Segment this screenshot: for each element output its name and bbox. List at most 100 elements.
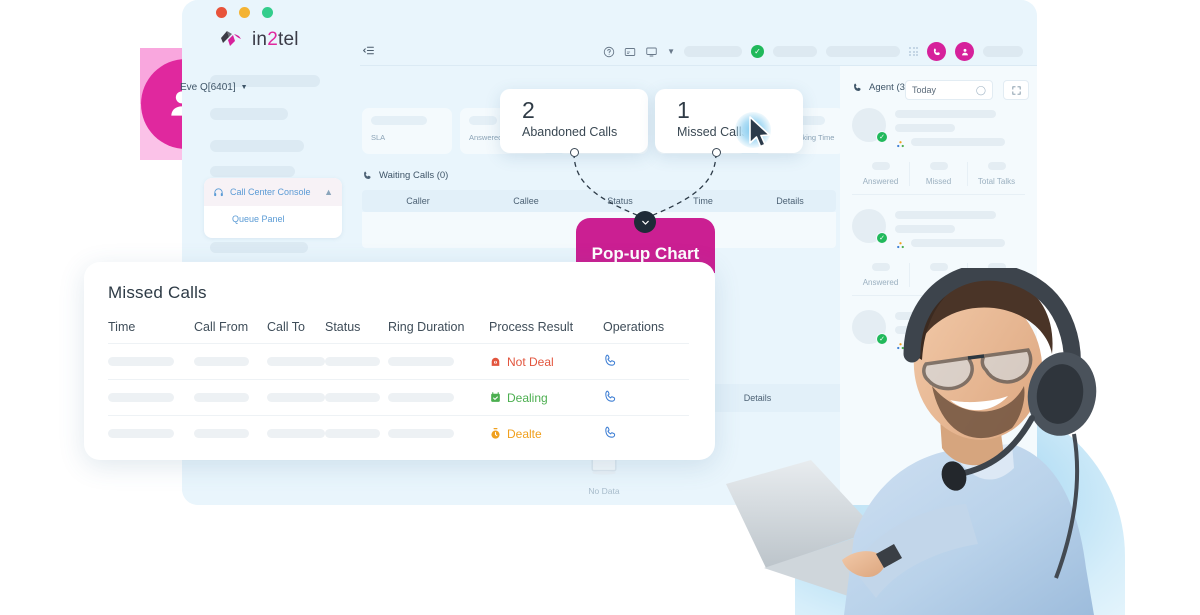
column-header-time: Time — [108, 320, 136, 334]
user-button[interactable] — [955, 42, 974, 61]
panel-title: Missed Calls — [108, 283, 207, 302]
minimize-dot[interactable] — [239, 7, 250, 18]
incoming-call-icon — [364, 171, 371, 179]
topbar-skeleton-2 — [773, 46, 817, 57]
card-icon[interactable] — [624, 46, 636, 58]
popup-card-missed-calls[interactable]: 1 Missed Calls — [655, 89, 803, 153]
waiting-calls-title-text: Waiting Calls (0) — [379, 170, 449, 181]
top-bar-actions: ▼ ✓ — [603, 42, 1023, 61]
monitor-icon[interactable] — [645, 46, 658, 58]
column-header-time: Time — [693, 196, 713, 206]
sidebar-console-header[interactable]: Call Center Console ▲ — [204, 178, 342, 206]
in2tel-logo-icon — [221, 31, 241, 46]
waiting-calls-header-row: Caller Callee Status Time Details — [362, 190, 836, 212]
sidebar-skeleton-2 — [210, 108, 288, 120]
chevron-down-icon[interactable]: ▼ — [241, 84, 248, 91]
clock-icon: ◯ — [975, 84, 986, 95]
queue-selector[interactable]: Eve Q[6401] ▼ — [180, 82, 248, 93]
brand-logo: in2tel — [218, 28, 299, 52]
grid-dots-icon[interactable] — [909, 47, 918, 56]
collapse-menu-icon[interactable] — [362, 44, 375, 62]
expand-chevron-button[interactable] — [634, 211, 656, 233]
waiting-calls-title: Waiting Calls (0) — [362, 170, 836, 181]
call-back-button[interactable] — [603, 353, 618, 371]
cell-call-from — [194, 393, 267, 402]
connector-pin-abandoned — [570, 148, 579, 157]
connector-pin-missed — [712, 148, 721, 157]
headset-icon — [214, 187, 223, 196]
topbar-skeleton-4 — [983, 46, 1023, 57]
kpi-card-sla[interactable]: SLA — [362, 108, 452, 154]
cell-ring-duration — [388, 393, 489, 402]
popup-card-value: 2 — [522, 97, 535, 123]
chevron-down-icon[interactable]: ▼ — [667, 47, 675, 56]
call-back-button[interactable] — [603, 425, 618, 443]
popup-card-abandoned-calls[interactable]: 2 Abandoned Calls — [500, 89, 648, 153]
cell-time — [108, 393, 194, 402]
avatar: ✓ — [852, 209, 888, 244]
fullscreen-button[interactable] — [1003, 80, 1029, 100]
column-header-call-from: Call From — [194, 320, 249, 334]
missed-calls-panel: Missed Calls Time Call From Call To Stat… — [84, 262, 715, 460]
window-controls — [216, 7, 273, 18]
agent-list-item[interactable]: ✓ — [852, 108, 1025, 152]
stat-answered: Answered — [852, 162, 910, 186]
table-row[interactable]: Dealte — [108, 415, 689, 451]
column-header-status: Status — [607, 196, 633, 206]
sidebar-skeleton-3 — [210, 140, 304, 152]
phone-icon — [933, 47, 940, 55]
sidebar-item-call-center-console[interactable]: Call Center Console ▲ Queue Panel — [204, 178, 342, 238]
cell-operations — [603, 353, 689, 371]
cell-call-from — [194, 429, 267, 438]
check-circle-icon: ✓ — [876, 131, 888, 143]
process-result-label: Dealing — [507, 390, 548, 405]
column-header-caller: Caller — [406, 196, 430, 206]
date-filter[interactable]: Today ◯ — [905, 80, 993, 100]
sidebar-item-queue-panel[interactable]: Queue Panel — [204, 206, 342, 224]
table-row[interactable]: Not Deal — [108, 343, 689, 379]
phone-button[interactable] — [927, 42, 946, 61]
agent-info-skeleton — [895, 108, 1025, 152]
sidebar-skeleton-5 — [210, 242, 308, 253]
maximize-dot[interactable] — [262, 7, 273, 18]
agent-list-item[interactable]: ✓ — [852, 209, 1025, 253]
cell-process-result: Not Deal — [489, 355, 603, 369]
alert-icon — [491, 357, 500, 366]
queue-selector-label: Eve Q[6401] — [180, 82, 236, 93]
cell-ring-duration — [388, 429, 489, 438]
phone-icon — [605, 354, 616, 366]
cell-call-to — [267, 393, 325, 402]
close-dot[interactable] — [216, 7, 227, 18]
call-back-button[interactable] — [603, 389, 618, 407]
phone-icon — [605, 390, 616, 402]
stat-label: Total Talks — [977, 177, 1016, 186]
kpi-value-skeleton — [371, 116, 427, 125]
empty-state-label: No Data — [588, 486, 620, 496]
calendar-check-icon — [491, 392, 500, 402]
process-result-label: Not Deal — [507, 354, 554, 369]
stopwatch-icon — [491, 428, 500, 439]
check-circle-icon: ✓ — [751, 45, 764, 58]
stat-label: Answered — [862, 177, 899, 186]
agent-photo — [726, 268, 1097, 615]
table-row[interactable]: Dealing — [108, 379, 689, 415]
brand-name: in2tel — [252, 29, 299, 50]
column-header-details: Details — [776, 196, 804, 206]
date-filter-value: Today — [912, 85, 937, 95]
cell-operations — [603, 425, 689, 443]
team-icon — [896, 241, 905, 252]
phone-icon — [605, 426, 616, 438]
stat-missed: Missed — [910, 162, 968, 186]
column-header-ring-duration: Ring Duration — [388, 320, 465, 334]
popup-card-label: Abandoned Calls — [522, 125, 618, 139]
column-header-callee: Callee — [513, 196, 539, 206]
help-circle-icon[interactable] — [603, 46, 615, 58]
column-header-call-to: Call To — [267, 320, 305, 334]
sidebar-console-label: Call Center Console — [230, 187, 311, 197]
sidebar-skeleton-4 — [210, 166, 295, 177]
missed-calls-header-row: Time Call From Call To Status Ring Durat… — [108, 320, 689, 343]
chevron-up-icon[interactable]: ▲ — [324, 187, 333, 197]
fullscreen-icon — [1011, 85, 1021, 95]
cell-process-result: Dealte — [489, 427, 603, 441]
team-icon — [896, 140, 905, 151]
